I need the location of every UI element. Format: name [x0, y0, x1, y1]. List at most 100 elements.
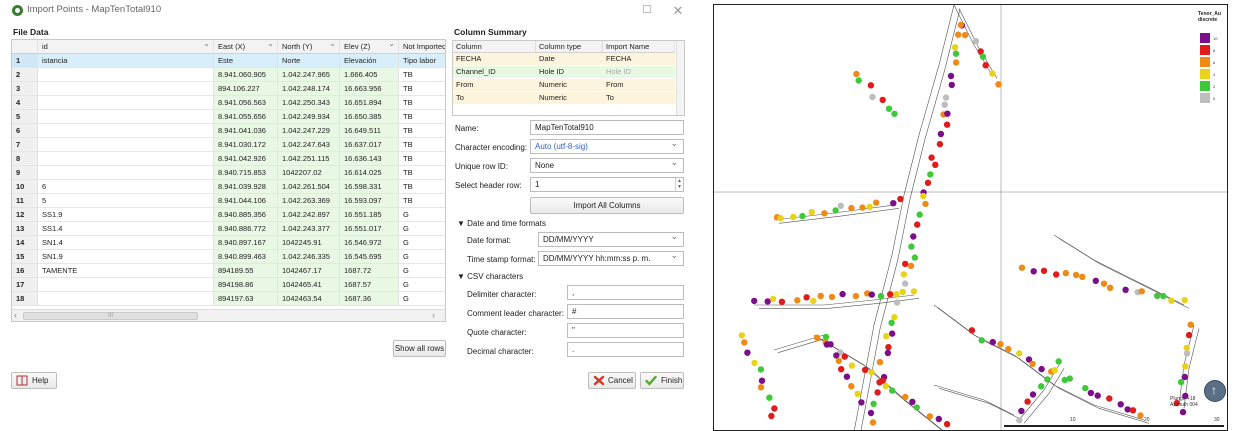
close-button[interactable]: ✕ [665, 2, 691, 19]
unique-row-id-select[interactable]: None [530, 158, 684, 173]
table-row[interactable]: 7 8.941.030.172 1.042.247.643 16.637.017 TB [12, 138, 445, 152]
table-row[interactable]: 2 8.941.060.905 1.042.247.965 1.666.405 TB [12, 68, 445, 82]
legend-swatch [1200, 81, 1210, 91]
map-canvas[interactable] [714, 5, 1228, 431]
table-row[interactable]: 10 6 8.941.039.928 1.042.261.504 16.598.331 T… [12, 180, 445, 194]
help-button[interactable]: Help [11, 372, 57, 389]
sample-point [751, 359, 758, 367]
map-3d-view[interactable]: Tenor_Au discrete 10 8 6 4 2 0 Plunge +18 Azi… [713, 4, 1228, 431]
cell-north: Norte [278, 54, 340, 68]
sample-point [884, 349, 892, 357]
summary-column-name: FECHA [453, 53, 536, 65]
sample-point [920, 192, 927, 200]
table-row[interactable]: 6 8.941.041.036 1.042.247.229 16.649.511 TB [12, 124, 445, 138]
table-row[interactable]: 8 8.941.042.926 1.042.251.115 16.636.143 TB [12, 152, 445, 166]
sample-point [848, 383, 855, 390]
summary-import-name: From [603, 79, 675, 91]
decimal-character-input[interactable]: . [567, 342, 684, 357]
summary-row[interactable]: From Numeric From [453, 79, 675, 91]
tunnel-outline [973, 334, 1145, 421]
summary-scrollbar[interactable] [676, 41, 684, 115]
column-header-id[interactable]: id [38, 40, 214, 54]
table-row[interactable]: 9 8.940.715.853 1042207.02 16.614.025 TB [12, 166, 445, 180]
sample-point [1183, 344, 1190, 352]
sample-point [995, 81, 1002, 88]
sample-point [769, 295, 777, 303]
stepper-arrows-icon[interactable]: ▲ ▼ [675, 178, 683, 191]
table-row[interactable]: 18 894197.63 1042463.54 1687.36 G [12, 292, 445, 306]
table-row[interactable]: 17 894198.86 1042465.41 1687.57 G [12, 278, 445, 292]
scroll-left-icon[interactable]: ‹ [14, 310, 17, 320]
row-number: 17 [12, 278, 38, 292]
comment-leader-input[interactable]: # [567, 304, 684, 319]
delimiter-input[interactable]: , [567, 285, 684, 300]
delimiter-label: Delimiter character: [467, 290, 537, 299]
sample-point [838, 366, 845, 373]
sample-point [1044, 376, 1051, 383]
sample-point [1185, 331, 1193, 339]
tunnel-outline [778, 208, 900, 224]
character-encoding-select[interactable]: Auto (utf-8-sig) [530, 139, 684, 154]
sample-point [868, 291, 875, 298]
date-time-section-toggle[interactable]: ▼ Date and time formats [457, 219, 546, 228]
sample-point [902, 280, 909, 287]
column-header-north[interactable]: North (Y) [278, 40, 340, 54]
sample-point [1154, 292, 1161, 299]
date-format-select[interactable]: DD/MM/YYYY [538, 232, 684, 247]
horizontal-scrollbar[interactable]: ‹ III › [12, 309, 445, 321]
tunnel-outline [854, 5, 955, 430]
table-row[interactable]: 15 SN1.9 8.940.899.463 1.042.246.335 16.545.… [12, 250, 445, 264]
row-number: 16 [12, 264, 38, 278]
row-number: 4 [12, 96, 38, 110]
summary-row[interactable]: To Numeric To [453, 92, 675, 104]
summary-row[interactable]: FECHA Date FECHA [453, 53, 675, 65]
summary-row[interactable]: Channel_ID Hole ID Hole ID [453, 66, 675, 78]
legend-swatch [1200, 45, 1210, 55]
table-row[interactable]: 12 SS1.9 8.940.885.356 1.042.242.897 16.551.… [12, 208, 445, 222]
table-row[interactable]: 4 8.941.056.563 1.042.250.343 16.651.894 TB [12, 96, 445, 110]
cell-elev: 1687.72 [340, 264, 399, 278]
compass-icon[interactable] [1204, 380, 1226, 402]
cell-north: 1.042.246.335 [278, 250, 340, 264]
legend-swatch [1200, 57, 1210, 67]
cell-id [38, 138, 214, 152]
timestamp-format-select[interactable]: DD/MM/YYYY hh:mm:ss p. m. [538, 251, 684, 266]
column-header-not-imported[interactable]: Not Imported [399, 40, 445, 54]
table-row[interactable]: 14 SN1.4 8.940.897.167 1042245.91 16.546.972… [12, 236, 445, 250]
table-row[interactable]: 1 istancia Este Norte Elevación Tipo labor [12, 54, 445, 68]
cell-east: 8.941.055.656 [214, 110, 278, 124]
file-data-table[interactable]: id East (X) North (Y) Elev (Z) Not Impor… [11, 39, 446, 322]
name-input[interactable]: MapTenTotal910 [530, 120, 684, 135]
column-header-elev[interactable]: Elev (Z) [340, 40, 399, 54]
header-row-stepper[interactable]: 1 ▲ ▼ [530, 177, 684, 192]
cancel-button[interactable]: Cancel [588, 372, 636, 389]
sample-point [868, 369, 875, 376]
sample-point [897, 195, 904, 203]
table-row[interactable]: 11 5 8.941.044.106 1.042.263.369 16.593.097 T… [12, 194, 445, 208]
sample-point [907, 262, 915, 269]
summary-header-type: Column type [536, 41, 603, 53]
sample-point [794, 297, 801, 304]
maximize-button[interactable]: ☐ [634, 2, 660, 19]
table-row[interactable]: 3 894.106.227 1.042.248.174 16.663.956 TB [12, 82, 445, 96]
table-row[interactable]: 16 TAMENTE 894189.55 1042467.17 1687.72 G [12, 264, 445, 278]
import-all-columns-button[interactable]: Import All Columns [530, 197, 684, 214]
cell-elev: 1.666.405 [340, 68, 399, 82]
column-summary-table[interactable]: Column Column type Import Name FECHA Date… [452, 40, 685, 116]
cell-north: 1042465.41 [278, 278, 340, 292]
finish-button[interactable]: Finish [640, 372, 684, 389]
csv-section-toggle[interactable]: ▼ CSV characters [457, 272, 523, 281]
quote-character-input[interactable]: " [567, 323, 684, 338]
cell-id: TAMENTE [38, 264, 214, 278]
sample-point [927, 171, 934, 178]
scroll-right-icon[interactable]: › [432, 310, 435, 320]
comment-leader-label: Comment leader character: [467, 309, 564, 318]
column-header-east[interactable]: East (X) [214, 40, 278, 54]
cell-not-imported: TB [399, 152, 445, 166]
table-row[interactable]: 13 SS1.4 8.940.886.772 1.042.243.377 16.551.… [12, 222, 445, 236]
row-number: 10 [12, 180, 38, 194]
table-row[interactable]: 5 8.941.055.656 1.042.249.934 16.650.385 TB [12, 110, 445, 124]
show-all-rows-button[interactable]: Show all rows [393, 340, 446, 357]
cell-not-imported: TB [399, 180, 445, 194]
scroll-thumb[interactable]: III [23, 312, 198, 320]
